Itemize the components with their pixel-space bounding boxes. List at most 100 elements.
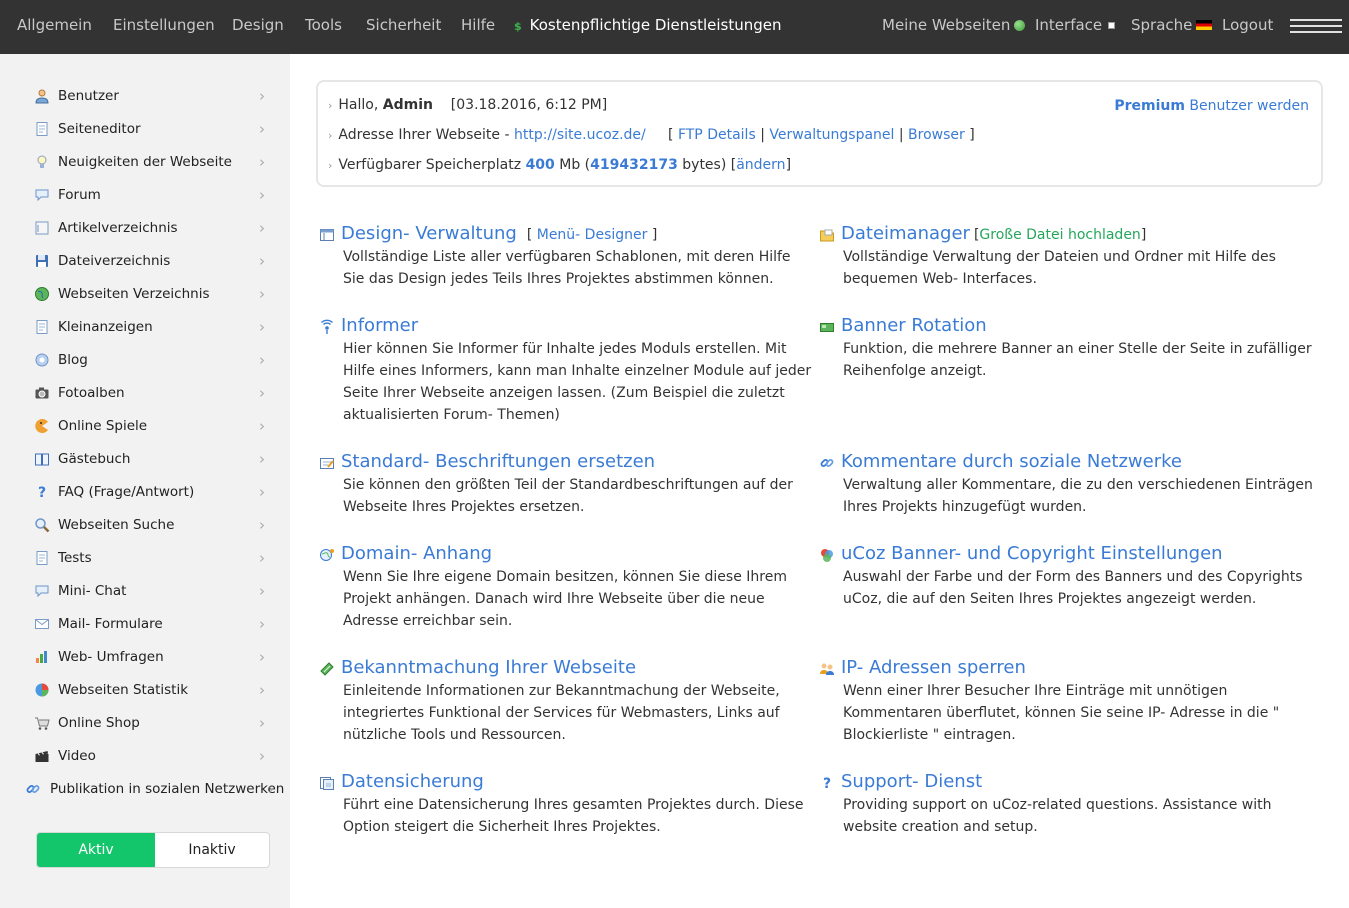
nav-paid-services[interactable]: $ Kostenpflichtige Dienstleistungen <box>514 0 782 54</box>
chevron-right-icon: › <box>259 351 265 369</box>
nav-language[interactable]: Sprache <box>1131 0 1213 54</box>
nav-allgemein[interactable]: Allgemein <box>17 0 92 54</box>
tool-title: Banner Rotation <box>841 314 987 338</box>
german-flag-icon <box>1196 20 1213 30</box>
chevron-right-icon: › <box>259 747 265 765</box>
site-url-link[interactable]: http://site.ucoz.de/ <box>514 127 646 143</box>
sidebar-item[interactable]: Neuigkeiten der Webseite › <box>0 146 290 179</box>
sidebar-item[interactable]: Mail- Formulare › <box>0 608 290 641</box>
book-icon <box>34 451 50 467</box>
domain-icon <box>319 547 335 561</box>
sidebar-item[interactable]: Publikation in sozialen Netzwerken › <box>0 773 290 806</box>
nav-interface[interactable]: Interface <box>1035 0 1116 54</box>
sidebar-item[interactable]: Blog › <box>0 344 290 377</box>
premium-bold: Premium <box>1114 98 1185 114</box>
sidebar-item-label: Fotoalben <box>58 385 125 401</box>
ftp-details-link[interactable]: FTP Details <box>678 127 756 143</box>
bulb-icon <box>34 154 50 170</box>
sidebar-item[interactable]: Fotoalben › <box>0 377 290 410</box>
sidebar-item[interactable]: Kleinanzeigen › <box>0 311 290 344</box>
tool-sublink-group: [ Menü- Designer ] <box>527 227 658 243</box>
sidebar-item-label: Forum <box>58 187 101 203</box>
tool-title: Datensicherung <box>341 770 484 794</box>
sidebar-item-label: Mail- Formulare <box>58 616 163 632</box>
tool-title-link[interactable]: Bekanntmachung Ihrer Webseite <box>341 657 636 678</box>
sidebar-item-label: Dateiverzeichnis <box>58 253 171 269</box>
pie-chart-icon <box>34 682 50 698</box>
chevron-right-icon: › <box>268 780 274 798</box>
nav-hilfe[interactable]: Hilfe <box>461 0 495 54</box>
sidebar-item[interactable]: Online Spiele › <box>0 410 290 443</box>
nav-sicherheit[interactable]: Sicherheit <box>366 0 441 54</box>
storage-bytes-unit: bytes) [ <box>682 157 737 173</box>
tool-title-link[interactable]: Standard- Beschriftungen ersetzen <box>341 451 655 472</box>
sidebar-item[interactable]: Tests › <box>0 542 290 575</box>
tool-title-link[interactable]: Kommentare durch soziale Netzwerke <box>841 451 1182 472</box>
sidebar-item[interactable]: Webseiten Verzeichnis › <box>0 278 290 311</box>
tool-title-link[interactable]: Dateimanager <box>841 223 970 244</box>
tool-title: Informer <box>341 314 418 338</box>
chevron-right-icon: › <box>259 516 265 534</box>
storage-mb: 400 <box>525 157 555 173</box>
tool-description: Providing support on uCoz-related questi… <box>843 797 1272 835</box>
control-panel-link[interactable]: Verwaltungspanel <box>769 127 894 143</box>
tool-description: Wenn einer Ihrer Besucher Ihre Einträge … <box>843 683 1280 743</box>
hamburger-menu-icon[interactable] <box>1290 19 1342 33</box>
sidebar-item[interactable]: Benutzer › <box>0 80 290 113</box>
backup-icon <box>319 775 335 790</box>
sidebar-item[interactable]: Forum › <box>0 179 290 212</box>
tool-title-link[interactable]: Datensicherung <box>341 771 484 792</box>
chevron-right-icon: › <box>259 153 265 171</box>
tool-title-link[interactable]: Domain- Anhang <box>341 543 492 564</box>
tool-description: Wenn Sie Ihre eigene Domain besitzen, kö… <box>343 569 787 629</box>
sidebar-item-label: Publikation in sozialen Netzwerken <box>50 781 285 797</box>
sidebar-item[interactable]: Webseiten Suche › <box>0 509 290 542</box>
tool-title: Dateimanager [Große Datei hochladen] <box>841 222 1146 247</box>
tool-title-link[interactable]: Design- Verwaltung <box>341 223 517 244</box>
storage-label: Verfügbarer Speicherplatz <box>338 157 522 173</box>
storage-line: › Verfügbarer Speicherplatz 400 Mb (41943… <box>328 154 791 176</box>
nav-tools[interactable]: Tools <box>305 0 342 54</box>
sidebar-item-label: Artikelverzeichnis <box>58 220 178 236</box>
sidebar-item[interactable]: Artikelverzeichnis › <box>0 212 290 245</box>
magnifier-icon <box>34 517 50 533</box>
tool-sublink[interactable]: Große Datei hochladen <box>979 227 1140 243</box>
tool-sublink[interactable]: Menü- Designer <box>537 227 648 243</box>
sidebar-item[interactable]: ? FAQ (Frage/Antwort) › <box>0 476 290 509</box>
sidebar-item[interactable]: Web- Umfragen › <box>0 641 290 674</box>
article-icon <box>34 220 50 236</box>
nav-einstellungen[interactable]: Einstellungen <box>113 0 215 54</box>
bracket: ] <box>969 127 975 143</box>
address-label: Adresse Ihrer Webseite - <box>338 127 510 143</box>
sidebar-item[interactable]: Gästebuch › <box>0 443 290 476</box>
window-icon <box>1108 22 1116 29</box>
nav-design[interactable]: Design <box>232 0 284 54</box>
sidebar-item[interactable]: Seiteneditor › <box>0 113 290 146</box>
sidebar-item[interactable]: Dateiverzeichnis › <box>0 245 290 278</box>
username: Admin <box>382 97 433 113</box>
tool-title-link[interactable]: uCoz Banner- und Copyright Einstellungen <box>841 543 1223 564</box>
tool-title-link[interactable]: IP- Adressen sperren <box>841 657 1026 678</box>
tool-sublink-group: [Große Datei hochladen] <box>974 227 1146 243</box>
address-line: › Adresse Ihrer Webseite - http://site.uc… <box>328 124 975 146</box>
tool-title-link[interactable]: Support- Dienst <box>841 771 982 792</box>
tool-title-link[interactable]: Informer <box>341 315 418 336</box>
nav-logout[interactable]: Logout <box>1222 0 1273 54</box>
globe-icon <box>34 286 50 302</box>
toggle-inactive-button[interactable]: Inaktiv <box>155 833 269 867</box>
sidebar-item[interactable]: Video › <box>0 740 290 773</box>
premium-upgrade-link[interactable]: Premium Benutzer werden <box>1114 95 1309 117</box>
premium-rest: Benutzer werden <box>1189 98 1309 114</box>
sidebar-item[interactable]: Mini- Chat › <box>0 575 290 608</box>
tool-title: uCoz Banner- und Copyright Einstellungen <box>841 542 1223 566</box>
tool-title: Domain- Anhang <box>341 542 492 566</box>
toggle-active-button[interactable]: Aktiv <box>37 833 155 867</box>
sidebar-item[interactable]: Online Shop › <box>0 707 290 740</box>
sidebar-item[interactable]: Webseiten Statistik › <box>0 674 290 707</box>
browser-link[interactable]: Browser <box>908 127 965 143</box>
change-storage-link[interactable]: ändern <box>736 157 785 173</box>
chevron-right-icon: › <box>259 714 265 732</box>
top-navigation: Allgemein Einstellungen Design Tools Sic… <box>0 0 1349 54</box>
tool-title-link[interactable]: Banner Rotation <box>841 315 987 336</box>
nav-my-websites[interactable]: Meine Webseiten <box>882 0 1026 54</box>
